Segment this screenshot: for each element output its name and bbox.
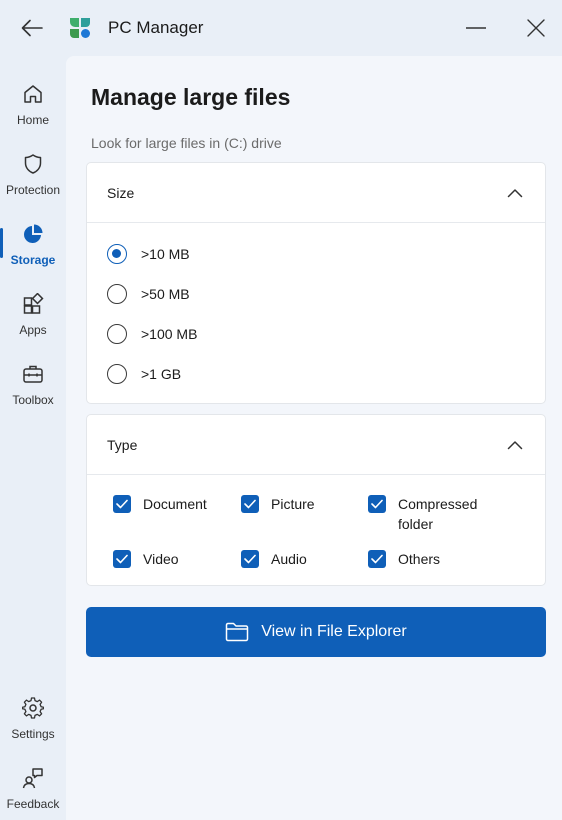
sidebar-item-label: Protection	[5, 183, 61, 197]
size-card: Size >10 MB >50 MB >100 MB >1 GB	[86, 162, 546, 404]
sidebar-item-label: Settings	[11, 727, 55, 741]
size-option-10mb[interactable]: >10 MB	[107, 242, 190, 266]
size-card-title: Size	[107, 185, 135, 201]
size-card-header[interactable]: Size	[87, 163, 545, 223]
active-indicator	[0, 228, 3, 258]
size-option-1gb[interactable]: >1 GB	[107, 362, 181, 386]
type-option-others[interactable]: Others	[368, 550, 440, 569]
radio-button[interactable]	[107, 364, 127, 384]
checkbox[interactable]	[113, 550, 131, 568]
radio-button[interactable]	[107, 324, 127, 344]
type-option-document[interactable]: Document	[113, 495, 207, 514]
checkbox-label: Audio	[271, 551, 307, 567]
checkbox-label: Compressed folder	[398, 496, 478, 532]
checkbox-label: Video	[143, 551, 179, 567]
checkbox[interactable]	[368, 495, 386, 513]
radio-button[interactable]	[107, 284, 127, 304]
toolbox-icon	[21, 362, 45, 386]
main-pane: Manage large files Look for large files …	[66, 56, 562, 820]
size-option-50mb[interactable]: >50 MB	[107, 282, 190, 306]
checkbox[interactable]	[113, 495, 131, 513]
sidebar-item-feedback[interactable]: Feedback	[0, 754, 66, 818]
checkbox[interactable]	[241, 495, 259, 513]
minimize-button[interactable]	[456, 12, 496, 44]
sidebar-item-label: Apps	[19, 323, 47, 337]
type-option-audio[interactable]: Audio	[241, 550, 307, 569]
radio-label: >50 MB	[141, 286, 190, 302]
sidebar-item-protection[interactable]: Protection	[0, 140, 66, 204]
title-bar: PC Manager	[0, 0, 562, 56]
sidebar-item-label: Feedback	[6, 797, 60, 811]
app-title: PC Manager	[108, 18, 204, 37]
shield-icon	[21, 152, 45, 176]
sidebar-item-settings[interactable]: Settings	[0, 684, 66, 748]
sidebar-item-apps[interactable]: Apps	[0, 280, 66, 344]
checkmark-icon	[116, 499, 128, 509]
chevron-up-icon[interactable]	[501, 181, 529, 205]
apps-grid-icon	[21, 292, 45, 316]
type-option-compressed-folder[interactable]: Compressed folder	[368, 495, 498, 534]
folder-icon	[225, 622, 249, 642]
sidebar-item-label: Home	[16, 113, 49, 127]
view-in-file-explorer-button[interactable]: View in File Explorer	[86, 607, 546, 657]
radio-button[interactable]	[107, 244, 127, 264]
size-option-100mb[interactable]: >100 MB	[107, 322, 197, 346]
sidebar: Home Protection Storage Apps Toolbox Set…	[0, 56, 66, 820]
radio-label: >100 MB	[141, 326, 198, 342]
type-card-title: Type	[107, 437, 138, 453]
checkmark-icon	[244, 554, 256, 564]
checkbox-label: Picture	[271, 496, 315, 512]
checkbox-label: Others	[398, 551, 441, 567]
checkbox[interactable]	[241, 550, 259, 568]
sidebar-item-storage[interactable]: Storage	[0, 210, 66, 274]
pie-chart-icon	[21, 222, 45, 246]
type-option-picture[interactable]: Picture	[241, 495, 315, 514]
minimize-icon	[466, 27, 486, 29]
button-label: View in File Explorer	[261, 623, 407, 640]
close-button[interactable]	[516, 12, 556, 44]
chevron-up-icon[interactable]	[501, 433, 529, 457]
checkmark-icon	[371, 554, 383, 564]
sidebar-item-label: Toolbox	[12, 393, 54, 407]
checkmark-icon	[244, 499, 256, 509]
sidebar-item-home[interactable]: Home	[0, 70, 66, 134]
pc-manager-logo	[68, 16, 92, 40]
close-icon	[527, 19, 545, 37]
home-icon	[21, 82, 45, 106]
back-arrow-icon	[21, 19, 43, 37]
type-card-header[interactable]: Type	[87, 415, 545, 475]
sidebar-item-label: Storage	[10, 253, 56, 267]
checkmark-icon	[116, 554, 128, 564]
radio-label: >1 GB	[141, 366, 182, 382]
type-option-video[interactable]: Video	[113, 550, 179, 569]
checkbox-label: Document	[143, 496, 207, 512]
feedback-icon	[21, 766, 45, 790]
back-button[interactable]	[14, 12, 50, 44]
sidebar-item-toolbox[interactable]: Toolbox	[0, 350, 66, 414]
type-card: Type Document Picture Compressed folder	[86, 414, 546, 586]
radio-label: >10 MB	[141, 246, 190, 262]
checkbox[interactable]	[368, 550, 386, 568]
page-subtitle: Look for large files in (C:) drive	[91, 135, 282, 151]
page-title: Manage large files	[91, 84, 291, 110]
gear-icon	[21, 696, 45, 720]
checkmark-icon	[371, 499, 383, 509]
